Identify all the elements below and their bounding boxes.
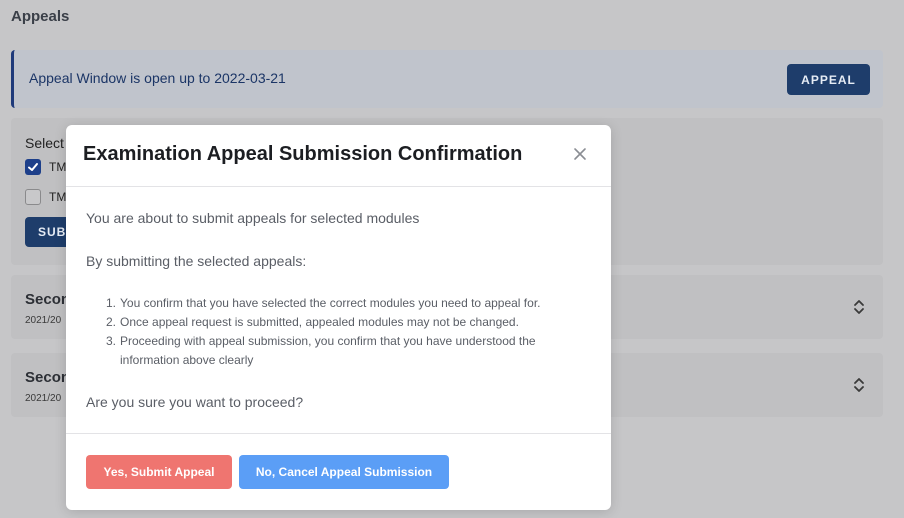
module-label: TM (49, 160, 67, 174)
modal-header-divider (66, 186, 611, 187)
module-checkbox-checked[interactable] (25, 159, 41, 175)
modal-lead: By submitting the selected appeals: (86, 253, 307, 269)
page-title: Appeals (11, 8, 70, 25)
module-checkbox-unchecked[interactable] (25, 189, 41, 205)
module-label: TM (49, 190, 67, 204)
close-icon[interactable] (573, 147, 587, 161)
appeal-window-banner: Appeal Window is open up to 2022-03-21 A… (11, 50, 883, 108)
condition-text: Once appeal request is submitted, appeal… (120, 315, 519, 329)
condition-text: Proceeding with appeal submission, you c… (120, 334, 536, 367)
list-item: 1. You confirm that you have selected the… (106, 296, 541, 310)
condition-text: You confirm that you have selected the c… (120, 296, 541, 310)
appeal-button[interactable]: APPEAL (787, 64, 870, 95)
semester-title: Secon (25, 369, 71, 386)
confirmation-modal: Examination Appeal Submission Confirmati… (66, 125, 611, 510)
list-item: 3. Proceeding with appeal submission, you… (106, 334, 536, 367)
semester-title: Secon (25, 291, 71, 308)
semester-subtitle: 2021/20 (25, 393, 62, 404)
select-label: Select (25, 135, 64, 151)
expand-collapse-icon[interactable] (853, 377, 865, 393)
expand-collapse-icon[interactable] (853, 299, 865, 315)
conditions-list: 1. You confirm that you have selected the… (106, 294, 596, 370)
modal-title: Examination Appeal Submission Confirmati… (83, 143, 523, 165)
check-icon (28, 163, 38, 171)
list-item: 2. Once appeal request is submitted, appe… (106, 315, 519, 329)
modal-intro: You are about to submit appeals for sele… (86, 210, 420, 226)
appeal-window-text: Appeal Window is open up to 2022-03-21 (29, 70, 286, 86)
confirm-submit-button[interactable]: Yes, Submit Appeal (86, 455, 232, 489)
cancel-submission-button[interactable]: No, Cancel Appeal Submission (239, 455, 449, 489)
semester-subtitle: 2021/20 (25, 315, 62, 326)
modal-footer-divider (66, 433, 611, 434)
modal-question: Are you sure you want to proceed? (86, 394, 304, 410)
